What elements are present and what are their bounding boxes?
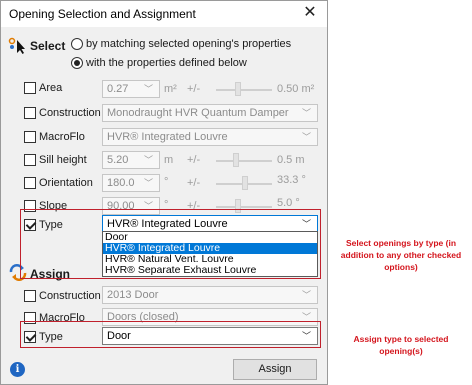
orientation-tolerance-value: 33.3 ° (277, 174, 306, 186)
sill-height-field[interactable]: 5.20 ﹀ (102, 151, 160, 169)
sill-height-label: Sill height (39, 154, 87, 166)
chevron-down-icon: ﹀ (143, 178, 153, 188)
area-field[interactable]: 0.27 ﹀ (102, 80, 160, 98)
area-value: 0.27 (107, 83, 129, 95)
radio-defined-below-label: with the properties defined below (86, 57, 247, 69)
area-tolerance-value: 0.50 m² (277, 83, 315, 95)
construction-value: Monodraught HVR Quantum Damper (107, 107, 289, 119)
chevron-down-icon: ﹀ (143, 84, 153, 94)
sill-height-slider-thumb[interactable] (233, 153, 239, 167)
orientation-checkbox[interactable] (24, 177, 36, 189)
area-label: Area (39, 82, 63, 94)
assign-construction-value: 2013 Door (107, 289, 159, 301)
select-annotation: Select openings by type (in addition to … (340, 238, 462, 272)
sill-height-tolerance-label: +/- (187, 154, 201, 166)
area-tolerance-label: +/- (187, 83, 201, 95)
radio-defined-below[interactable] (71, 57, 83, 69)
info-icon[interactable]: i (10, 362, 25, 377)
window-title: Opening Selection and Assignment (9, 7, 196, 21)
select-heading: Select (30, 39, 66, 53)
chevron-down-icon: ﹀ (301, 108, 311, 118)
assign-button[interactable]: Assign (233, 359, 317, 380)
sill-height-tolerance-value: 0.5 m (277, 154, 305, 166)
select-type-highlight-box (20, 209, 321, 279)
macroflo-label: MacroFlo (39, 131, 85, 143)
sill-height-tolerance-slider[interactable] (216, 160, 272, 162)
macroflo-value: HVR® Integrated Louvre (107, 131, 228, 143)
area-tolerance-slider[interactable] (216, 89, 272, 91)
orientation-field[interactable]: 180.0 ﹀ (102, 174, 160, 192)
orientation-value: 180.0 (107, 177, 135, 189)
title-bar: Opening Selection and Assignment ✕ (1, 1, 327, 27)
orientation-unit: ° (164, 176, 169, 188)
radio-match-selected[interactable] (71, 38, 83, 50)
assign-construction-checkbox[interactable] (24, 290, 36, 302)
assign-construction-dropdown[interactable]: 2013 Door ﹀ (102, 286, 318, 304)
sill-height-unit: m (164, 154, 174, 166)
macroflo-checkbox[interactable] (24, 131, 36, 143)
area-unit: m² (164, 83, 177, 95)
construction-dropdown[interactable]: Monodraught HVR Quantum Damper ﹀ (102, 104, 318, 122)
chevron-down-icon: ﹀ (301, 132, 311, 142)
sill-height-value: 5.20 (107, 154, 129, 166)
construction-checkbox[interactable] (24, 107, 36, 119)
slope-tolerance-slider[interactable] (216, 206, 272, 208)
chevron-down-icon: ﹀ (301, 290, 311, 300)
select-cursor-icon (8, 37, 28, 55)
orientation-slider-thumb[interactable] (242, 176, 248, 190)
info-glyph: i (15, 364, 20, 375)
macroflo-dropdown[interactable]: HVR® Integrated Louvre ﹀ (102, 128, 318, 146)
orientation-tolerance-label: +/- (187, 177, 201, 189)
assign-construction-label: Construction (39, 290, 101, 302)
radio-match-selected-label: by matching selected opening's propertie… (86, 38, 292, 50)
area-slider-thumb[interactable] (235, 82, 241, 96)
sill-height-checkbox[interactable] (24, 154, 36, 166)
chevron-down-icon: ﹀ (143, 155, 153, 165)
area-checkbox[interactable] (24, 82, 36, 94)
orientation-label: Orientation (39, 177, 93, 189)
slope-tolerance-value: 5.0 ° (277, 197, 300, 209)
assign-annotation: Assign type to selected opening(s) (353, 334, 449, 356)
assign-type-highlight-box (20, 321, 321, 348)
construction-label: Construction (39, 107, 101, 119)
close-icon[interactable]: ✕ (299, 3, 321, 23)
